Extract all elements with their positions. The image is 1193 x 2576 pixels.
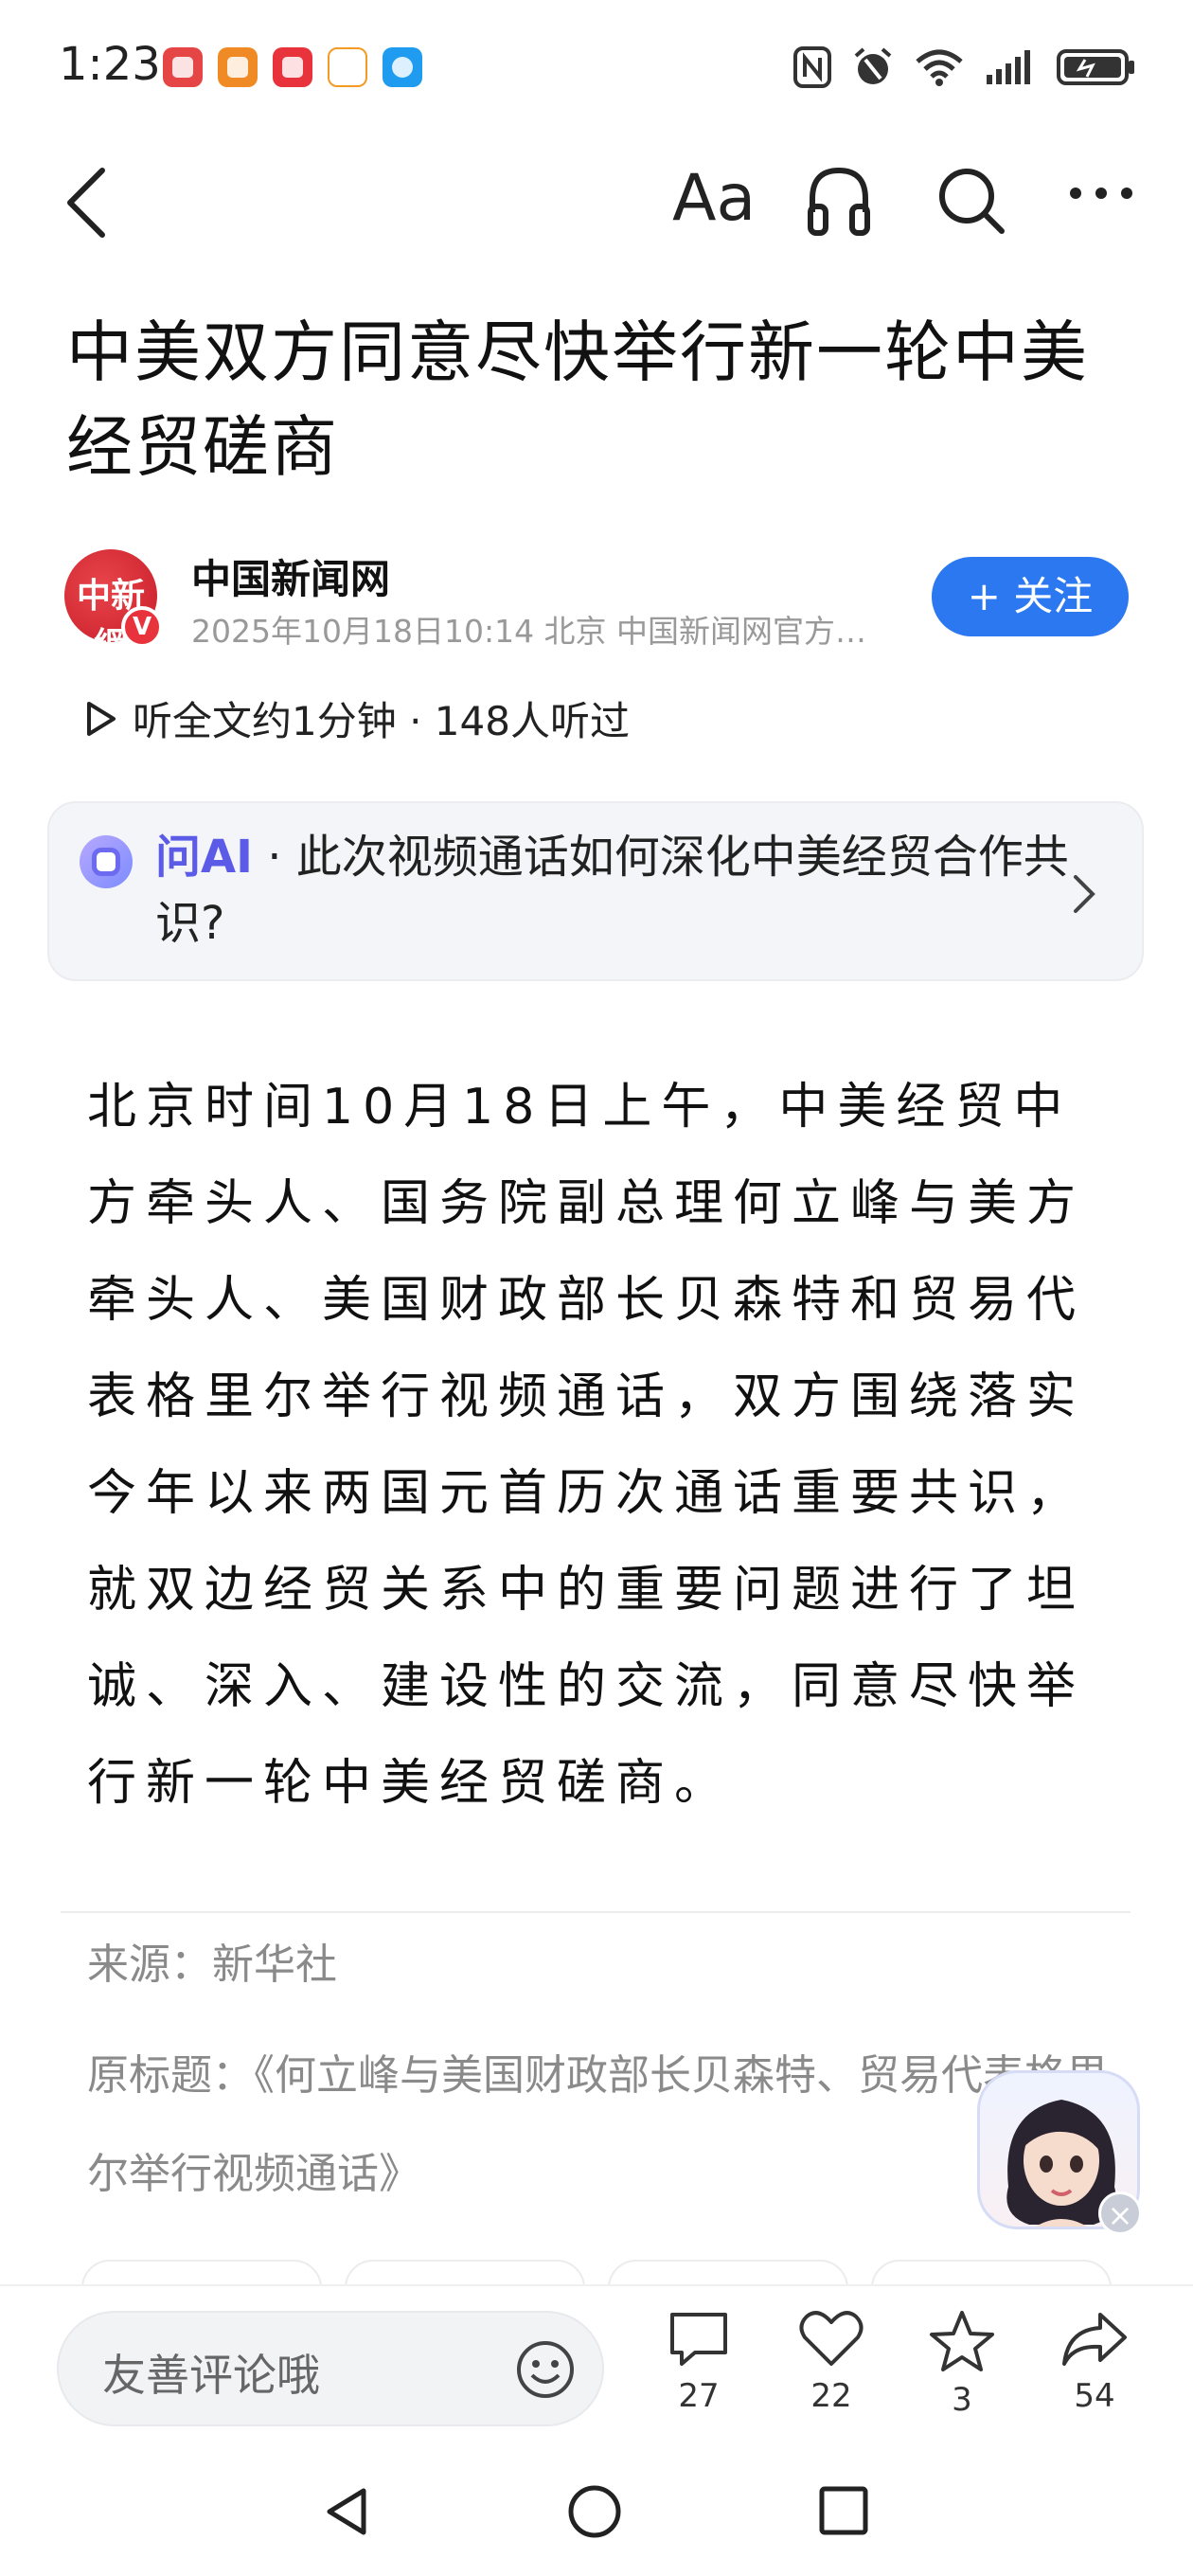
article-body: 北京时间10月18日上午，中美经贸中方牵头人、国务院副总理何立峰与美方牵头人、美… [87, 1079, 1086, 1812]
huawei-app-icon [163, 47, 203, 87]
divider [61, 1911, 1131, 1913]
bottom-action-bar: 友善评论哦 27 22 3 54 [0, 2284, 1193, 2445]
red-app-icon [273, 47, 312, 87]
original-title: 原标题：《何立峰与美国财政部长贝森特、贸易代表格里尔举行视频通话》 [87, 2051, 1108, 2198]
ai-logo-icon [80, 835, 133, 888]
nfc-icon [793, 46, 831, 88]
nav-recents-icon[interactable] [818, 2485, 869, 2536]
comment-input[interactable]: 友善评论哦 [57, 2311, 604, 2426]
system-nav-bar [0, 2453, 1193, 2576]
author-meta: 2025年10月18日10:14 北京 中国新闻网官方… [191, 613, 867, 650]
article-toolbar: Aa [0, 152, 1193, 256]
play-icon [87, 701, 116, 736]
ask-ai-card[interactable]: 问AI · 此次视频通话如何深化中美经贸合作共识? [47, 801, 1144, 981]
comment-icon [670, 2313, 727, 2366]
listen-row[interactable]: 听全文约1分钟 · 148人听过 [85, 689, 630, 747]
search-icon[interactable] [935, 165, 1007, 237]
author-name[interactable]: 中国新闻网 [191, 547, 390, 605]
star-icon [930, 2311, 994, 2371]
author-avatar[interactable]: 中新網 V [64, 549, 163, 665]
listen-text: 听全文约1分钟 · 148人听过 [133, 698, 630, 744]
chevron-right-icon [1074, 875, 1095, 913]
comment-count: 27 [678, 2377, 720, 2415]
ask-ai-separator: · [253, 831, 296, 884]
emoji-icon[interactable] [515, 2339, 576, 2400]
font-size-button[interactable]: Aa [672, 161, 756, 236]
chevron-left-icon[interactable] [55, 163, 121, 239]
more-icon[interactable] [1068, 184, 1134, 203]
ask-ai-label: 问AI [155, 831, 254, 884]
article-title: 中美双方同意尽快举行新一轮中美经贸磋商 [66, 313, 1089, 486]
share-button[interactable]: 54 [1047, 2309, 1142, 2415]
status-bar: 1:23 [0, 0, 1193, 133]
like-count: 22 [810, 2377, 852, 2415]
share-icon [1062, 2313, 1127, 2366]
status-time: 1:23 [59, 38, 161, 91]
heart-icon [799, 2311, 864, 2366]
share-count: 54 [1074, 2377, 1115, 2415]
follow-button[interactable]: + 关注 [932, 557, 1129, 636]
favorite-button[interactable]: 3 [915, 2309, 1009, 2419]
chat-app-icon [383, 47, 422, 87]
comment-placeholder: 友善评论哦 [102, 2350, 320, 2401]
alarm-icon [854, 47, 892, 84]
wifi-icon [916, 49, 963, 86]
gift-app-icon [218, 47, 258, 87]
nav-home-icon[interactable] [566, 2483, 623, 2540]
like-button[interactable]: 22 [784, 2309, 879, 2415]
signal-icon [987, 50, 1030, 84]
comment-button[interactable]: 27 [651, 2309, 746, 2415]
close-icon[interactable]: × [1098, 2191, 1142, 2235]
battery-icon [1057, 49, 1134, 85]
favorite-count: 3 [952, 2381, 972, 2419]
article-source: 来源：新华社 [87, 1941, 337, 1989]
headphone-icon[interactable] [805, 165, 873, 237]
tv-app-icon [328, 47, 367, 87]
verified-badge: V [121, 606, 163, 648]
nav-back-icon[interactable] [322, 2485, 371, 2538]
